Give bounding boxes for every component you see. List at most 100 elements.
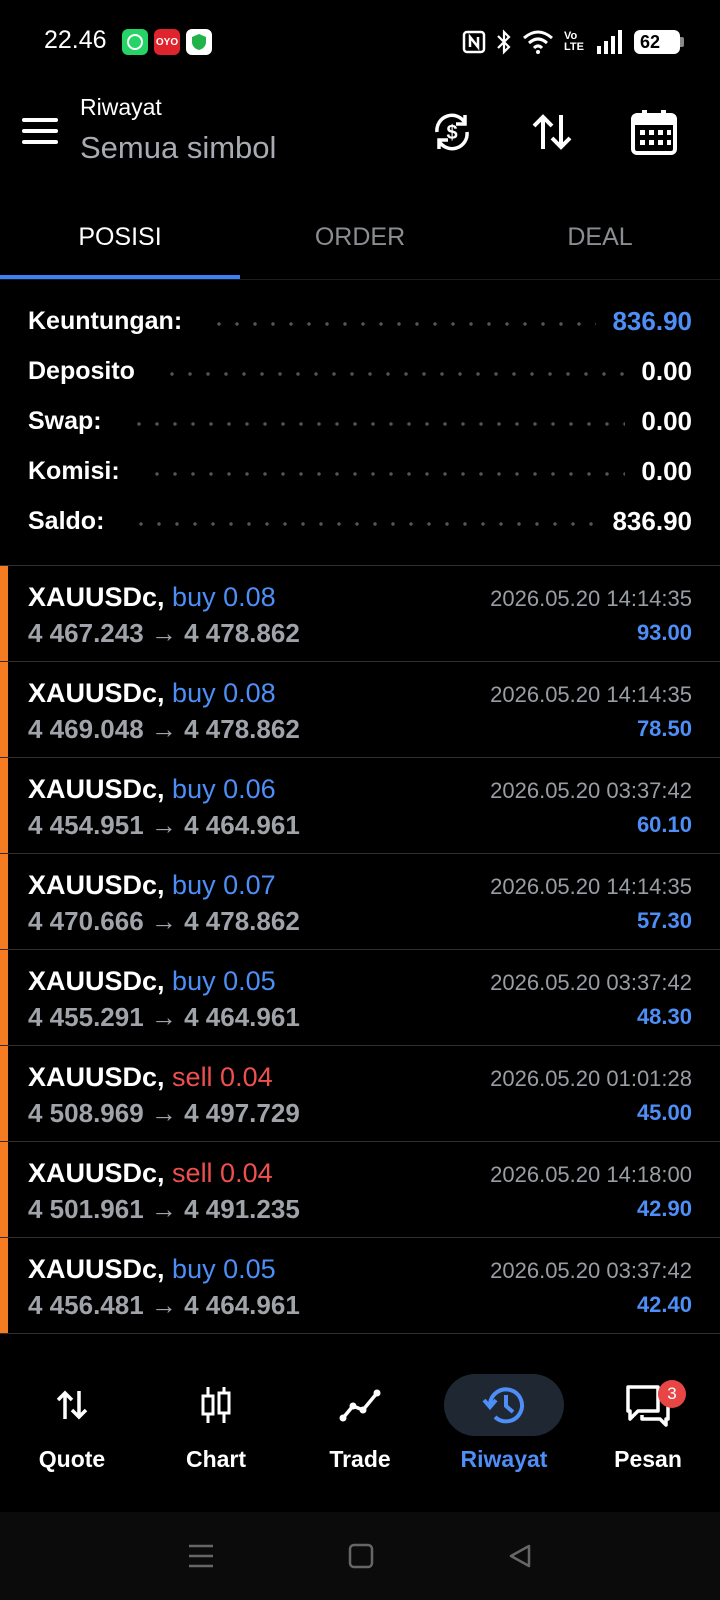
nav-label: Chart	[185, 1446, 247, 1472]
position-prices: 4 455.291 → 4 464.961	[28, 1002, 300, 1032]
trade-line-icon	[300, 1374, 420, 1436]
position-profit: 57.30	[636, 908, 692, 933]
position-profit: 78.50	[636, 716, 692, 741]
position-title: XAUUSDc, buy 0.06	[28, 774, 276, 805]
nav-pesan[interactable]: 3 Pesan	[576, 1352, 720, 1512]
summary-value: 0.00	[641, 405, 692, 436]
sort-icon[interactable]	[524, 104, 580, 160]
position-prices: 4 469.048 → 4 478.862	[28, 714, 300, 744]
history-icon	[444, 1374, 564, 1436]
summary-label: Keuntungan:	[28, 306, 183, 335]
list-item[interactable]: XAUUSDc, sell 0.04 4 508.969 → 4 497.729…	[0, 1046, 720, 1142]
status-right: Vo LTE 62	[462, 26, 684, 58]
nav-label: Pesan	[614, 1446, 682, 1472]
position-side: sell 0.04	[172, 1158, 273, 1188]
nav-label: Riwayat	[460, 1446, 548, 1472]
bluetooth-icon	[497, 29, 511, 55]
list-item[interactable]: XAUUSDc, buy 0.05 4 456.481 → 4 464.961 …	[0, 1238, 720, 1334]
currency-exchange-icon[interactable]: $	[424, 104, 480, 160]
symbol-filter[interactable]: Semua simbol	[80, 130, 276, 166]
nav-trade[interactable]: Trade	[288, 1352, 432, 1512]
position-time: 2026.05.20 03:37:42	[490, 778, 692, 803]
header-subtitle: Riwayat	[80, 94, 162, 120]
dot-leader	[147, 472, 626, 476]
position-profit: 48.30	[636, 1004, 692, 1029]
dot-leader	[162, 372, 626, 376]
position-time: 2026.05.20 14:18:00	[490, 1162, 692, 1187]
position-time: 2026.05.20 03:37:42	[490, 1258, 692, 1283]
position-prices: 4 467.243 → 4 478.862	[28, 618, 300, 648]
list-item[interactable]: XAUUSDc, sell 0.04 4 501.961 → 4 491.235…	[0, 1142, 720, 1238]
position-prices: 4 501.961 → 4 491.235	[28, 1194, 300, 1224]
status-time: 22.46	[44, 26, 107, 54]
wifi-icon	[523, 30, 553, 54]
nav-chart[interactable]: Chart	[144, 1352, 288, 1512]
position-profit: 45.00	[636, 1100, 692, 1125]
nfc-icon	[462, 30, 486, 54]
summary-value: 836.90	[612, 505, 692, 536]
list-item[interactable]: XAUUSDc, buy 0.08 4 467.243 → 4 478.862 …	[0, 566, 720, 662]
candlestick-icon	[156, 1374, 276, 1436]
list-item[interactable]: XAUUSDc, buy 0.07 4 470.666 → 4 478.862 …	[0, 854, 720, 950]
list-item[interactable]: XAUUSDc, buy 0.06 4 454.951 → 4 464.961 …	[0, 758, 720, 854]
position-profit: 42.90	[636, 1196, 692, 1221]
app-header: Riwayat Semua simbol $	[0, 84, 720, 194]
position-title: XAUUSDc, buy 0.07	[28, 870, 276, 901]
position-symbol: XAUUSDc,	[28, 678, 165, 708]
home-icon[interactable]	[348, 1543, 374, 1569]
tab-order[interactable]: ORDER	[240, 196, 480, 279]
summary-row-balance: Saldo: 836.90	[28, 496, 692, 546]
recents-icon[interactable]	[187, 1543, 215, 1569]
battery-icon: 62	[634, 30, 684, 54]
tab-posisi[interactable]: POSISI	[0, 196, 240, 279]
summary-row-deposit: Deposito 0.00	[28, 346, 692, 396]
position-symbol: XAUUSDc,	[28, 774, 165, 804]
status-bar: 22.46 OYO Vo LTE 62	[0, 0, 720, 84]
tab-deal[interactable]: DEAL	[480, 196, 720, 279]
menu-icon[interactable]	[20, 114, 60, 148]
oyo-icon: OYO	[154, 29, 180, 55]
summary-row-commission: Komisi: 0.00	[28, 446, 692, 496]
bottom-navigation: Quote Chart Trade Riwayat 3 Pesan	[0, 1352, 720, 1512]
summary-value: 0.00	[641, 355, 692, 386]
position-prices: 4 508.969 → 4 497.729	[28, 1098, 300, 1128]
volte-icon: Vo LTE	[564, 30, 584, 53]
position-prices: 4 454.951 → 4 464.961	[28, 810, 300, 840]
position-symbol: XAUUSDc,	[28, 870, 165, 900]
position-side: buy 0.07	[172, 870, 276, 900]
whatsapp-icon	[122, 29, 148, 55]
position-time: 2026.05.20 14:14:35	[490, 586, 692, 611]
list-item[interactable]: XAUUSDc, buy 0.08 4 469.048 → 4 478.862 …	[0, 662, 720, 758]
back-icon[interactable]	[507, 1543, 533, 1569]
svg-text:$: $	[446, 122, 457, 144]
signal-icon	[597, 30, 622, 54]
position-title: XAUUSDc, sell 0.04	[28, 1158, 273, 1189]
summary-label: Swap:	[28, 406, 102, 435]
summary-row-profit: Keuntungan: 836.90	[28, 296, 692, 346]
position-time: 2026.05.20 03:37:42	[490, 970, 692, 995]
dot-leader	[129, 422, 626, 426]
system-navigation-bar	[0, 1512, 720, 1600]
calendar-icon[interactable]	[626, 104, 682, 160]
summary-value: 836.90	[612, 305, 692, 336]
list-item[interactable]: XAUUSDc, buy 0.05 4 455.291 → 4 464.961 …	[0, 950, 720, 1046]
position-symbol: XAUUSDc,	[28, 1254, 165, 1284]
position-side: sell 0.04	[172, 1062, 273, 1092]
position-symbol: XAUUSDc,	[28, 582, 165, 612]
summary-value: 0.00	[641, 455, 692, 486]
positions-list: XAUUSDc, buy 0.08 4 467.243 → 4 478.862 …	[0, 565, 720, 1334]
position-prices: 4 470.666 → 4 478.862	[28, 906, 300, 936]
position-title: XAUUSDc, sell 0.04	[28, 1062, 273, 1093]
position-side: buy 0.05	[172, 1254, 276, 1284]
nav-quote[interactable]: Quote	[0, 1352, 144, 1512]
position-time: 2026.05.20 01:01:28	[490, 1066, 692, 1091]
shield-icon	[186, 29, 212, 55]
notification-badge: 3	[658, 1380, 686, 1408]
position-symbol: XAUUSDc,	[28, 1158, 165, 1188]
position-title: XAUUSDc, buy 0.05	[28, 966, 276, 997]
position-profit: 93.00	[636, 620, 692, 645]
summary-panel: Keuntungan: 836.90 Deposito 0.00 Swap: 0…	[28, 296, 692, 546]
summary-row-swap: Swap: 0.00	[28, 396, 692, 446]
nav-riwayat[interactable]: Riwayat	[432, 1352, 576, 1512]
summary-label: Deposito	[28, 356, 135, 385]
